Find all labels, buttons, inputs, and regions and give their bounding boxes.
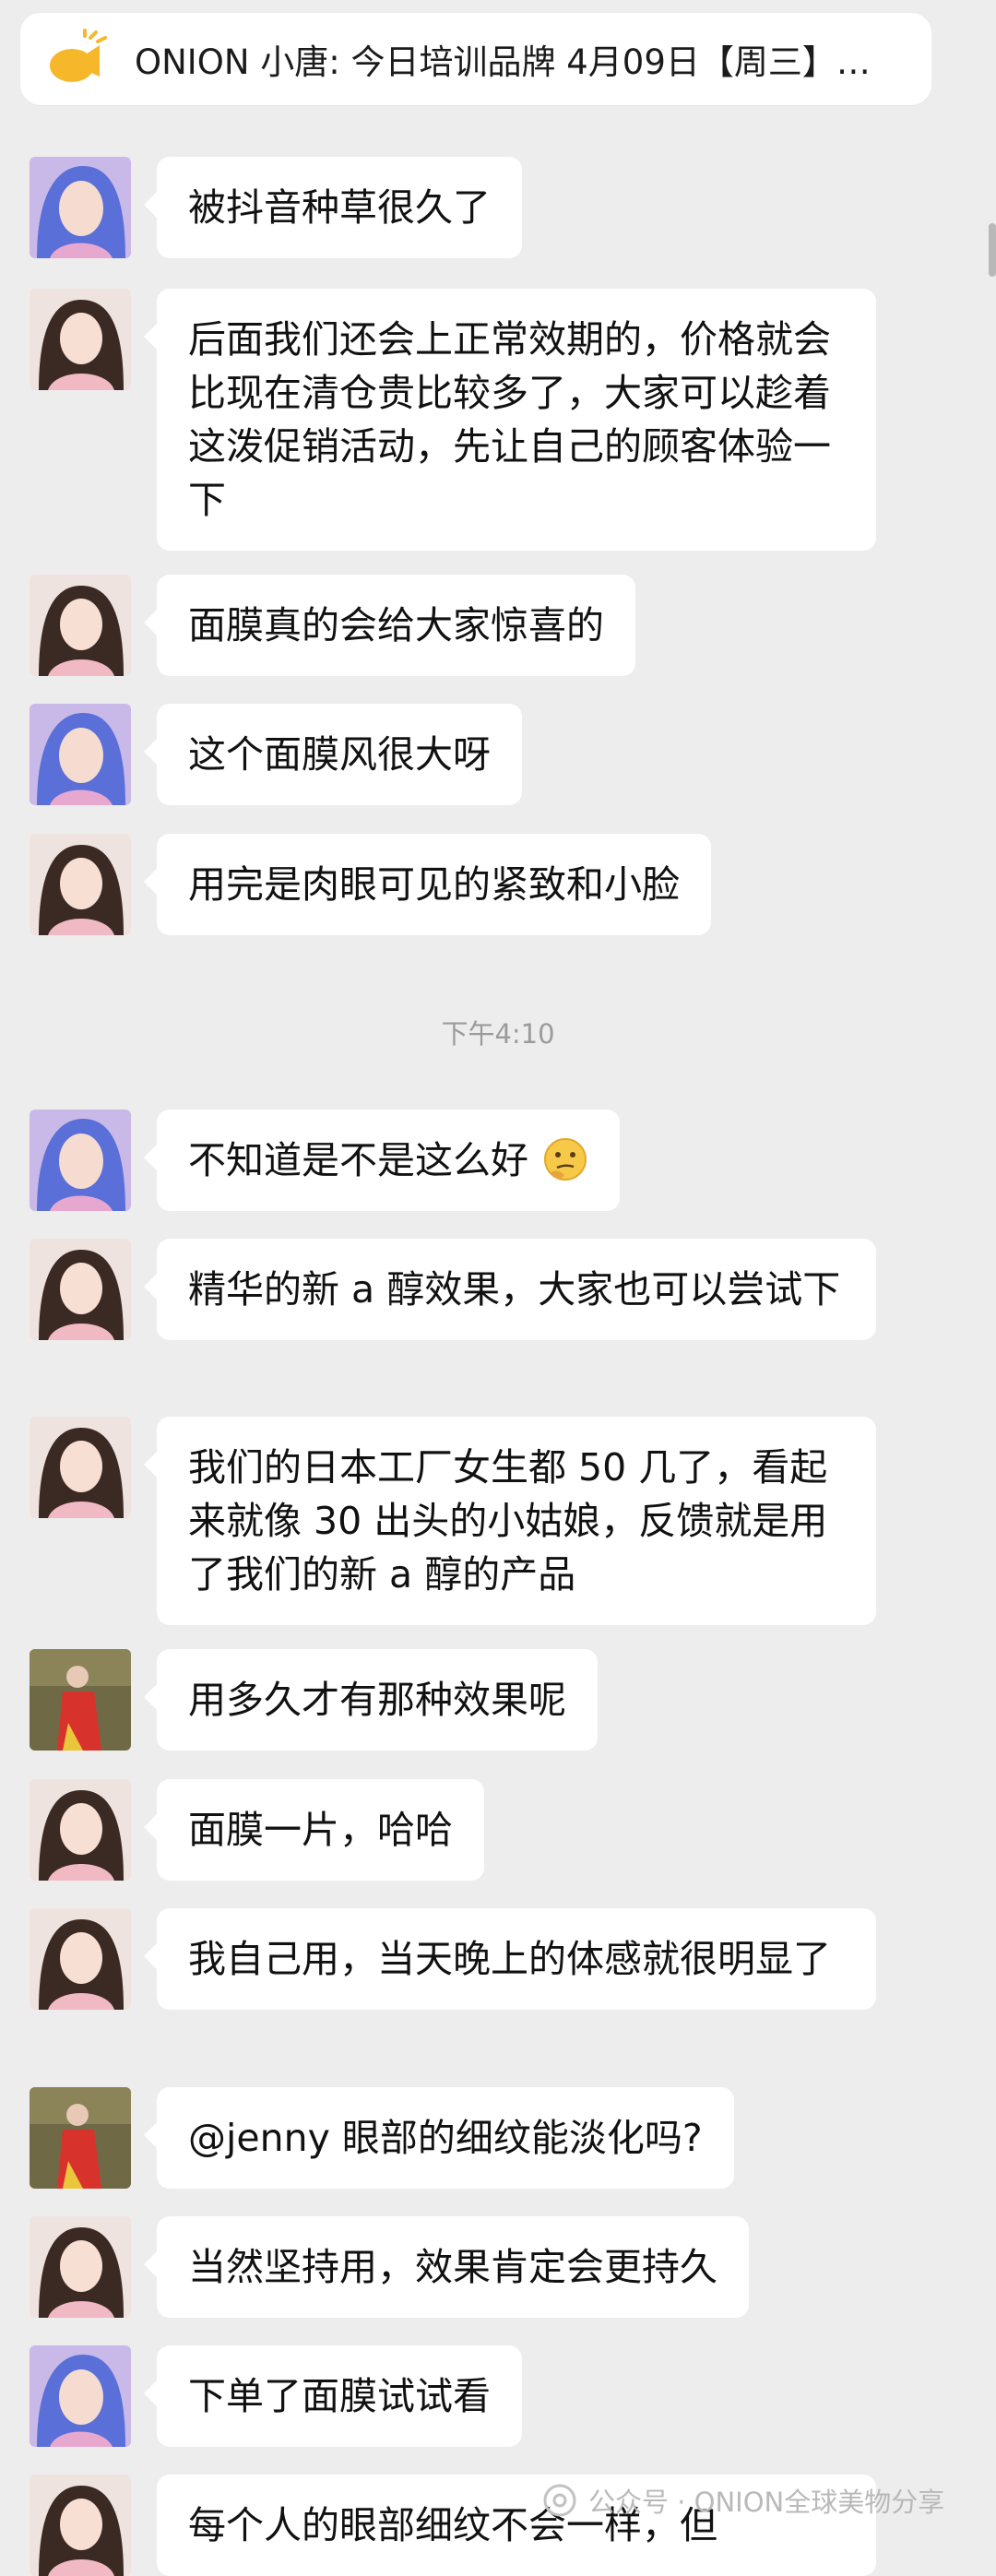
avatar-pink-girl-icon	[30, 1417, 131, 1518]
watermark-text: 公众号 · ONION全球美物分享	[588, 2487, 945, 2518]
message-bubble[interactable]: 精华的新 a 醇效果，大家也可以尝试下	[144, 1239, 876, 1340]
message-text: 下单了面膜试试看	[188, 2374, 491, 2418]
message-bubble[interactable]: 我自己用，当天晚上的体感就很明显了	[144, 1908, 876, 2010]
pinned-text: ONION 小唐: 今日培训品牌 4月09日【周三】👇…	[135, 42, 906, 82]
avatar[interactable]	[30, 157, 131, 258]
avatar[interactable]	[30, 2216, 131, 2318]
avatar-blue-hair-icon	[30, 157, 131, 258]
wechat-official-account-icon	[543, 2484, 576, 2517]
avatar-pink-girl-icon	[30, 575, 131, 676]
message-text: 面膜一片，哈哈	[188, 1808, 453, 1852]
message-text: 不知道是不是这么好	[188, 1138, 528, 1182]
avatar-red-coat-icon	[30, 2087, 131, 2189]
avatar-pink-girl-icon	[30, 2216, 131, 2318]
message-bubble[interactable]: 被抖音种草很久了	[144, 157, 522, 258]
message-text: 这个面膜风很大呀	[188, 732, 491, 777]
avatar-pink-girl-icon	[30, 1779, 131, 1881]
avatar[interactable]	[30, 289, 131, 390]
message-bubble[interactable]: 面膜真的会给大家惊喜的	[144, 575, 635, 676]
avatar-red-coat-icon	[30, 1649, 131, 1751]
avatar[interactable]	[30, 1110, 131, 1211]
timestamp: 下午4:10	[441, 1018, 555, 1050]
avatar[interactable]	[30, 1779, 131, 1881]
announcement-horn-icon	[50, 29, 107, 82]
avatar[interactable]	[30, 575, 131, 676]
avatar-pink-girl-icon	[30, 2475, 131, 2576]
message-text: @jenny 眼部的细纹能淡化吗?	[188, 2116, 703, 2160]
message-bubble[interactable]: 用完是肉眼可见的紧致和小脸	[144, 834, 711, 935]
message-bubble[interactable]: 下单了面膜试试看	[144, 2345, 522, 2447]
avatar-blue-hair-icon	[30, 704, 131, 805]
message-bubble[interactable]: 我们的日本工厂女生都 50 几了，看起来就像 30 出头的小姑娘，反馈就是用了我…	[144, 1417, 876, 1625]
avatar[interactable]	[30, 1649, 131, 1751]
pinned-announcement[interactable]: ONION 小唐: 今日培训品牌 4月09日【周三】👇…	[20, 13, 931, 105]
avatar[interactable]	[30, 2087, 131, 2189]
message-bubble[interactable]: 当然坚持用，效果肯定会更持久	[144, 2216, 749, 2318]
avatar[interactable]	[30, 834, 131, 935]
message-bubble[interactable]: 后面我们还会上正常效期的，价格就会比现在清仓贵比较多了，大家可以趁着这泼促销活动…	[144, 289, 876, 551]
message-bubble[interactable]: 不知道是不是这么好	[143, 1110, 621, 1211]
scrollbar[interactable]	[989, 223, 996, 277]
message-text: 当然坚持用，效果肯定会更持久	[188, 2245, 717, 2289]
message-text: 我自己用，当天晚上的体感就很明显了	[188, 1937, 831, 1981]
avatar[interactable]	[30, 2345, 131, 2447]
avatar[interactable]	[30, 704, 131, 805]
message-text: 用完是肉眼可见的紧致和小脸	[188, 862, 680, 907]
message-bubble[interactable]: 用多久才有那种效果呢	[144, 1649, 598, 1751]
avatar-pink-girl-icon	[30, 1908, 131, 2010]
message-text: 面膜真的会给大家惊喜的	[188, 603, 604, 647]
message-bubble[interactable]: 面膜一片，哈哈	[144, 1779, 484, 1881]
avatar[interactable]	[30, 1239, 131, 1340]
thinking-face-icon	[544, 1138, 587, 1181]
avatar[interactable]	[30, 1908, 131, 2010]
avatar-blue-hair-icon	[30, 1110, 131, 1211]
message-text: 我们的日本工厂女生都 50 几了，看起来就像 30 出头的小姑娘，反馈就是用了我…	[188, 1445, 828, 1597]
message-text: 用多久才有那种效果呢	[188, 1678, 566, 1722]
avatar[interactable]	[30, 1417, 131, 1518]
message-bubble[interactable]: @jenny 眼部的细纹能淡化吗?	[144, 2087, 734, 2189]
message-text: 被抖音种草很久了	[188, 185, 491, 230]
watermark: 公众号 · ONION全球美物分享	[542, 2481, 944, 2520]
message-text: 后面我们还会上正常效期的，价格就会比现在清仓贵比较多了，大家可以趁着这泼促销活动…	[188, 317, 831, 522]
avatar-blue-hair-icon	[30, 2345, 131, 2447]
avatar-pink-girl-icon	[30, 289, 131, 390]
message-text: 精华的新 a 醇效果，大家也可以尝试下	[188, 1267, 841, 1312]
avatar[interactable]	[30, 2475, 131, 2576]
message-bubble[interactable]: 这个面膜风很大呀	[144, 704, 522, 805]
avatar-pink-girl-icon	[30, 1239, 131, 1340]
avatar-pink-girl-icon	[30, 834, 131, 935]
